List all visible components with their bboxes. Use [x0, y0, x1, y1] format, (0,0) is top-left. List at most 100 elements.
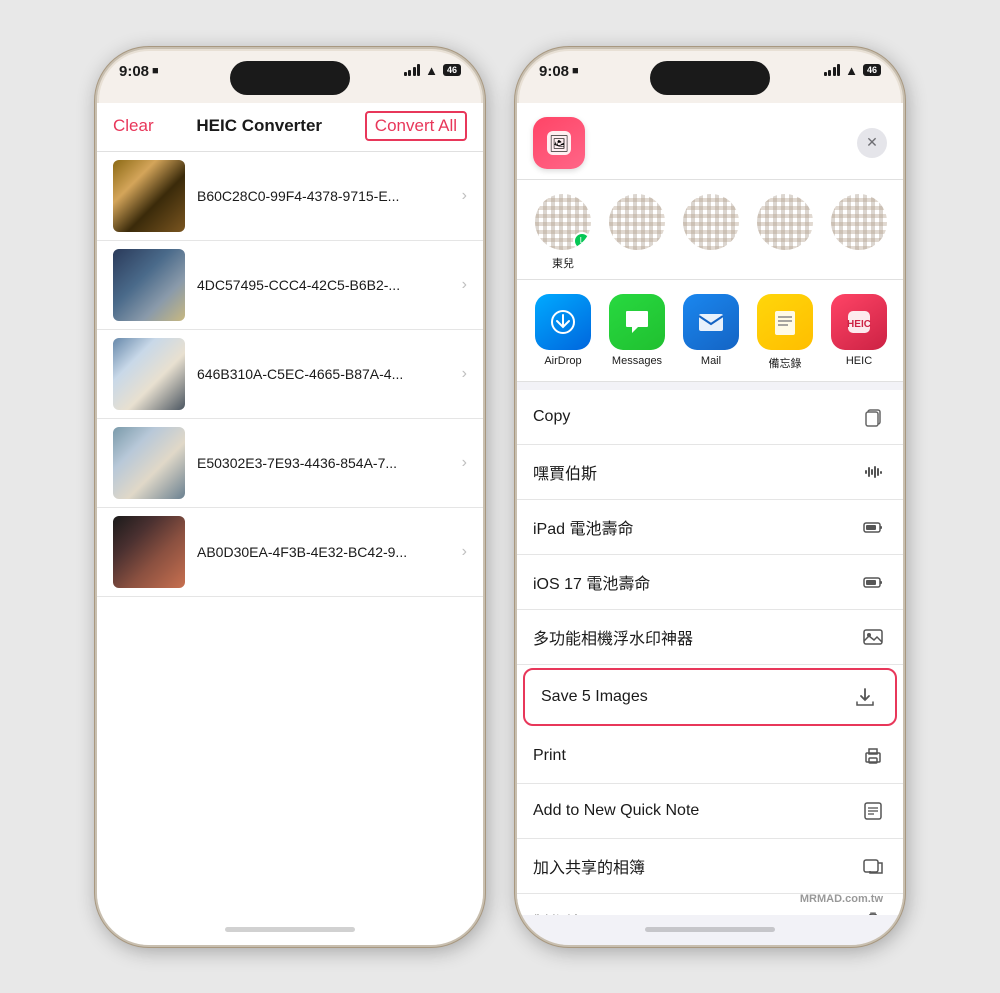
contact-item-0[interactable]: L 東兒	[533, 194, 593, 271]
contact-item-4[interactable]	[829, 194, 889, 271]
side-button-volume-down-2	[515, 299, 517, 364]
action-watermark[interactable]: 多功能相機浮水印神器	[517, 610, 903, 665]
convert-all-button[interactable]: Convert All	[365, 111, 467, 141]
file-name-5: AB0D30EA-4F3B-4E32-BC42-9...	[197, 544, 450, 560]
airdrop-icon	[535, 294, 591, 350]
dynamic-island	[230, 61, 350, 95]
action-label-ipad-battery: iPad 電池壽命	[533, 515, 847, 539]
phone-1: 9:08 ■ ▲ 46 Clear HEIC Converter Convert…	[95, 47, 485, 947]
contact-badge-0: L	[573, 232, 591, 250]
battery-badge-2: 46	[863, 64, 881, 76]
chevron-icon-4: ›	[462, 454, 467, 472]
mail-icon	[683, 294, 739, 350]
share-app-icon: 🖼	[533, 117, 585, 169]
action-label-copy: Copy	[533, 408, 847, 426]
watch-face-icon	[859, 907, 887, 915]
signal-icon-1	[404, 64, 421, 76]
action-save-images[interactable]: Save 5 Images	[523, 668, 897, 726]
action-siri[interactable]: 嘿賈伯斯	[517, 445, 903, 500]
home-bar-2	[645, 927, 775, 932]
side-button-silent	[95, 169, 97, 204]
clear-button[interactable]: Clear	[113, 116, 154, 136]
copy-icon	[859, 403, 887, 431]
action-ios-battery[interactable]: iOS 17 電池壽命	[517, 555, 903, 610]
svg-text:HEIC: HEIC	[847, 319, 871, 330]
dynamic-island-2	[650, 61, 770, 95]
apps-row: AirDrop Messages Mail	[517, 280, 903, 382]
app-item-heic[interactable]: HEIC HEIC	[829, 294, 889, 371]
file-item-3[interactable]: 646B310A-C5EC-4665-B87A-4... ›	[97, 330, 483, 419]
contact-item-3[interactable]	[755, 194, 815, 271]
screen-icon-2: ■	[572, 65, 579, 77]
ios-battery-icon	[859, 568, 887, 596]
action-label-ios-battery: iOS 17 電池壽命	[533, 570, 847, 594]
shared-album-icon	[859, 852, 887, 880]
contact-avatar-3	[757, 194, 813, 250]
action-label-save-images: Save 5 Images	[541, 688, 839, 706]
contact-item-1[interactable]	[607, 194, 667, 271]
action-copy[interactable]: Copy	[517, 390, 903, 445]
battery-badge-1: 46	[443, 64, 461, 76]
app-label-airdrop: AirDrop	[544, 355, 581, 367]
side-button-power-2	[903, 219, 905, 304]
action-label-siri: 嘿賈伯斯	[533, 460, 847, 484]
time-display-2: 9:08 ■	[539, 63, 579, 80]
action-ipad-battery[interactable]: iPad 電池壽命	[517, 500, 903, 555]
file-item-4[interactable]: E50302E3-7E93-4436-854A-7... ›	[97, 419, 483, 508]
file-name-3: 646B310A-C5EC-4665-B87A-4...	[197, 366, 450, 382]
close-button[interactable]: ✕	[857, 128, 887, 158]
action-print[interactable]: Print	[517, 729, 903, 784]
side-button-silent-2	[515, 169, 517, 204]
wifi-icon-1: ▲	[425, 63, 438, 78]
contact-avatar-4	[831, 194, 887, 250]
contact-item-2[interactable]	[681, 194, 741, 271]
file-thumbnail-2	[113, 249, 185, 321]
home-indicator-1	[97, 915, 483, 945]
file-item-2[interactable]: 4DC57495-CCC4-42C5-B6B2-... ›	[97, 241, 483, 330]
file-thumbnail-3	[113, 338, 185, 410]
quick-note-icon	[859, 797, 887, 825]
file-name-1: B60C28C0-99F4-4378-9715-E...	[197, 188, 450, 204]
app-item-notes[interactable]: 備忘錄	[755, 294, 815, 371]
chevron-icon-2: ›	[462, 276, 467, 294]
file-thumbnail-1	[113, 160, 185, 232]
siri-icon	[859, 458, 887, 486]
watermark-icon	[859, 623, 887, 651]
side-button-power	[483, 219, 485, 304]
file-thumbnail-5	[113, 516, 185, 588]
chevron-icon-1: ›	[462, 187, 467, 205]
file-item-1[interactable]: B60C28C0-99F4-4378-9715-E... ›	[97, 152, 483, 241]
contact-avatar-2	[683, 194, 739, 250]
file-name-4: E50302E3-7E93-4436-854A-7...	[197, 455, 450, 471]
action-label-watermark: 多功能相機浮水印神器	[533, 625, 847, 649]
action-label-print: Print	[533, 747, 847, 765]
app-label-mail: Mail	[701, 355, 721, 367]
save-images-icon	[851, 683, 879, 711]
svg-text:🖼: 🖼	[549, 135, 569, 153]
share-content: L 東兒	[517, 180, 903, 915]
home-indicator-2	[517, 915, 903, 945]
app-item-airdrop[interactable]: AirDrop	[533, 294, 593, 371]
file-thumbnail-4	[113, 427, 185, 499]
action-quick-note[interactable]: Add to New Quick Note	[517, 784, 903, 839]
file-item-5[interactable]: AB0D30EA-4F3B-4E32-BC42-9... ›	[97, 508, 483, 597]
app-item-messages[interactable]: Messages	[607, 294, 667, 371]
contacts-row: L 東兒	[517, 180, 903, 280]
time-display-1: 9:08 ■	[119, 63, 159, 80]
share-header: 🖼 ✕	[517, 103, 903, 180]
status-icons-2: ▲ 46	[824, 63, 881, 78]
action-label-quick-note: Add to New Quick Note	[533, 802, 847, 820]
ipad-battery-icon	[859, 513, 887, 541]
file-list: B60C28C0-99F4-4378-9715-E... › 4DC57495-…	[97, 152, 483, 915]
contact-avatar-1	[609, 194, 665, 250]
app-item-mail[interactable]: Mail	[681, 294, 741, 371]
action-shared-album[interactable]: 加入共享的相簿	[517, 839, 903, 894]
share-screen: 🖼 ✕ L 東兒	[517, 103, 903, 915]
side-button-volume-down	[95, 299, 97, 364]
messages-icon	[609, 294, 665, 350]
print-icon	[859, 742, 887, 770]
signal-icon-2	[824, 64, 841, 76]
status-icons-1: ▲ 46	[404, 63, 461, 78]
side-button-volume-up-2	[515, 219, 517, 284]
app-label-notes: 備忘錄	[769, 355, 802, 371]
